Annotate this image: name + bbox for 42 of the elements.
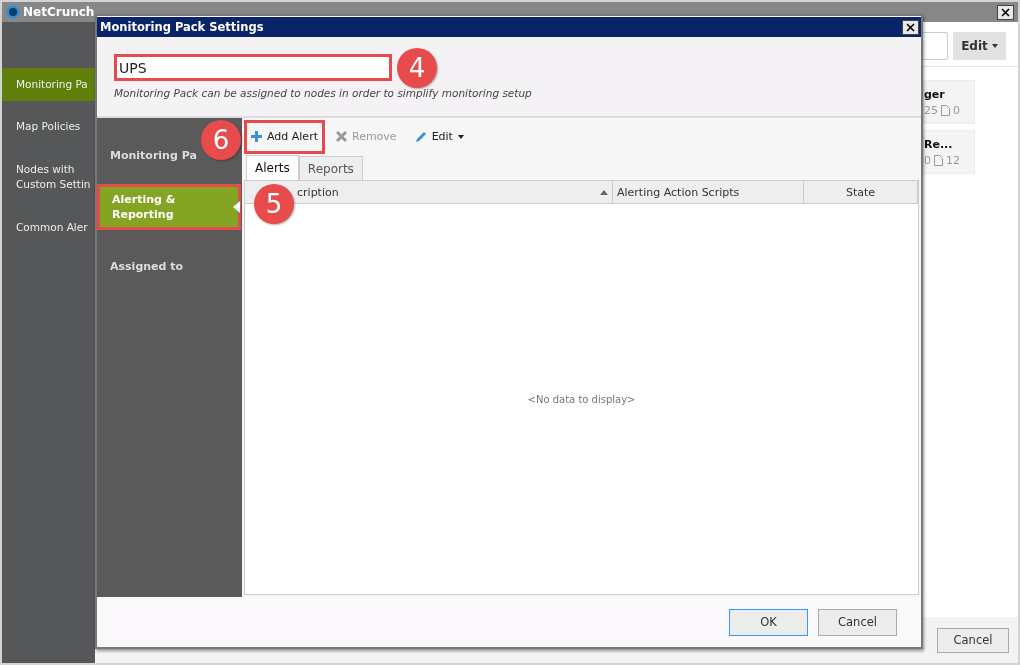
- nav-item[interactable]: Assigned to: [97, 250, 187, 283]
- dialog-title: Monitoring Pack Settings: [100, 20, 265, 34]
- card-title: Re...: [924, 137, 954, 151]
- sort-arrow-icon: [600, 189, 608, 195]
- add-alert-button[interactable]: Add Alert: [244, 119, 325, 154]
- column-header[interactable]: State: [804, 181, 918, 203]
- sidebar-item[interactable]: Nodes with Custom Settin: [2, 152, 95, 202]
- sidebar-item[interactable]: Map Policies: [2, 109, 95, 144]
- plus-icon: [251, 131, 262, 142]
- nav-item[interactable]: Monitoring Pa: [97, 139, 200, 172]
- empty-message: <No data to display>: [527, 393, 636, 405]
- window-title: NetCrunch: [23, 5, 96, 19]
- column-header[interactable]: Alerting Action Scripts: [613, 181, 804, 203]
- close-button[interactable]: [997, 4, 1014, 20]
- close-button[interactable]: [902, 19, 919, 35]
- description-text: Monitoring Pack can be assigned to nodes in order to simplify monitoring setup: [114, 87, 533, 99]
- caret-icon: [991, 44, 998, 48]
- document-icon: [941, 104, 950, 116]
- card-count: 12: [946, 153, 960, 167]
- edit-menu-button[interactable]: Edit: [953, 32, 1006, 60]
- edit-button[interactable]: Edit: [407, 119, 471, 154]
- ok-button[interactable]: OK: [729, 608, 808, 636]
- pencil-icon: [414, 130, 427, 143]
- app-logo-icon: [6, 5, 20, 19]
- close-icon: [1001, 7, 1010, 17]
- cancel-button[interactable]: Cancel: [818, 608, 897, 636]
- card-title: ger: [924, 87, 946, 101]
- close-icon: [336, 131, 347, 142]
- sidebar-item[interactable]: Monitoring Pa: [2, 68, 95, 101]
- card-count: 0: [924, 153, 931, 167]
- card-count: 0: [953, 103, 960, 117]
- name-field[interactable]: UPS: [114, 54, 392, 81]
- tab[interactable]: Reports: [298, 156, 363, 180]
- card-count: 25: [924, 103, 938, 117]
- pack-card[interactable]: ger 25 0: [923, 80, 975, 124]
- cancel-button[interactable]: Cancel: [937, 627, 1009, 653]
- close-icon: [906, 22, 915, 32]
- pack-card[interactable]: Re... 0 12: [923, 130, 975, 174]
- caret-icon: [457, 134, 464, 139]
- document-icon: [934, 154, 943, 166]
- tab[interactable]: Alerts: [246, 155, 299, 180]
- sidebar-item[interactable]: Common Aler: [2, 210, 95, 245]
